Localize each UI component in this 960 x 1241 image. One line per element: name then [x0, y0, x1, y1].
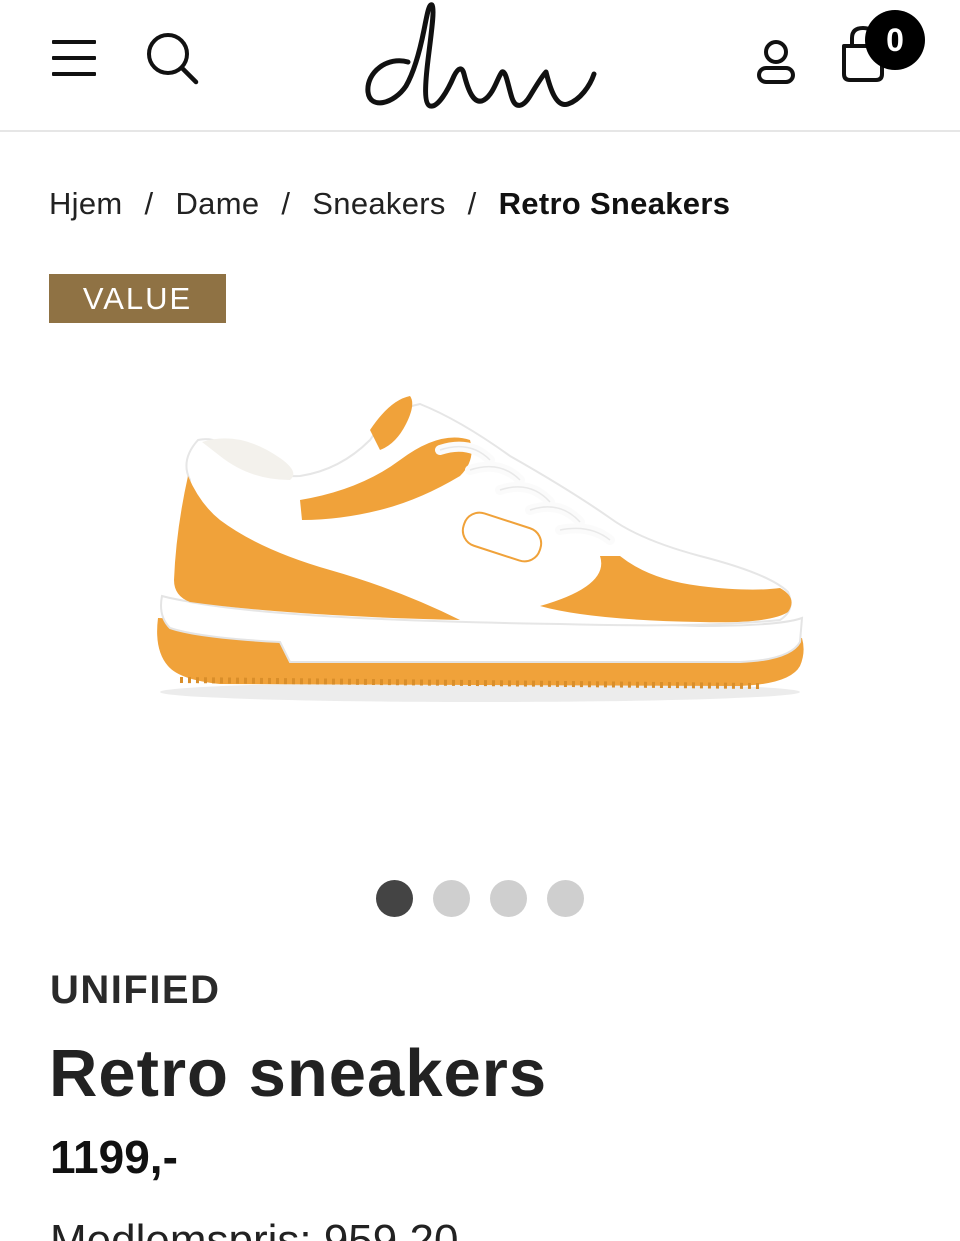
- breadcrumb-separator: /: [467, 186, 477, 221]
- cart-count-badge: 0: [865, 10, 925, 70]
- gallery-dot-3[interactable]: [490, 880, 527, 917]
- gallery-dot-4[interactable]: [547, 880, 584, 917]
- dna-logo[interactable]: [358, 0, 603, 122]
- product-price: 1199,-: [50, 1131, 178, 1183]
- breadcrumb-dame[interactable]: Dame: [175, 186, 259, 222]
- product-title: Retro sneakers: [49, 1036, 548, 1111]
- breadcrumb-separator: /: [144, 186, 154, 221]
- gallery-pagination: [376, 880, 584, 917]
- breadcrumb-separator: /: [281, 186, 291, 221]
- site-header: 0: [0, 0, 960, 132]
- search-icon[interactable]: [140, 26, 204, 90]
- breadcrumb-sneakers[interactable]: Sneakers: [312, 186, 445, 222]
- product-image-sneaker[interactable]: [140, 380, 820, 720]
- gallery-dot-1[interactable]: [376, 880, 413, 917]
- breadcrumb: Hjem / Dame / Sneakers / Retro Sneakers: [49, 184, 730, 224]
- member-price: Medlemspris: 959,20: [50, 1216, 459, 1241]
- product-brand[interactable]: UNIFIED: [50, 968, 221, 1013]
- breadcrumb-current: Retro Sneakers: [498, 186, 731, 221]
- breadcrumb-home[interactable]: Hjem: [49, 186, 123, 222]
- cart-button[interactable]: 0: [830, 8, 930, 92]
- value-badge: VALUE: [49, 274, 226, 323]
- menu-icon[interactable]: [46, 30, 102, 86]
- account-icon[interactable]: [748, 34, 804, 90]
- gallery-dot-2[interactable]: [433, 880, 470, 917]
